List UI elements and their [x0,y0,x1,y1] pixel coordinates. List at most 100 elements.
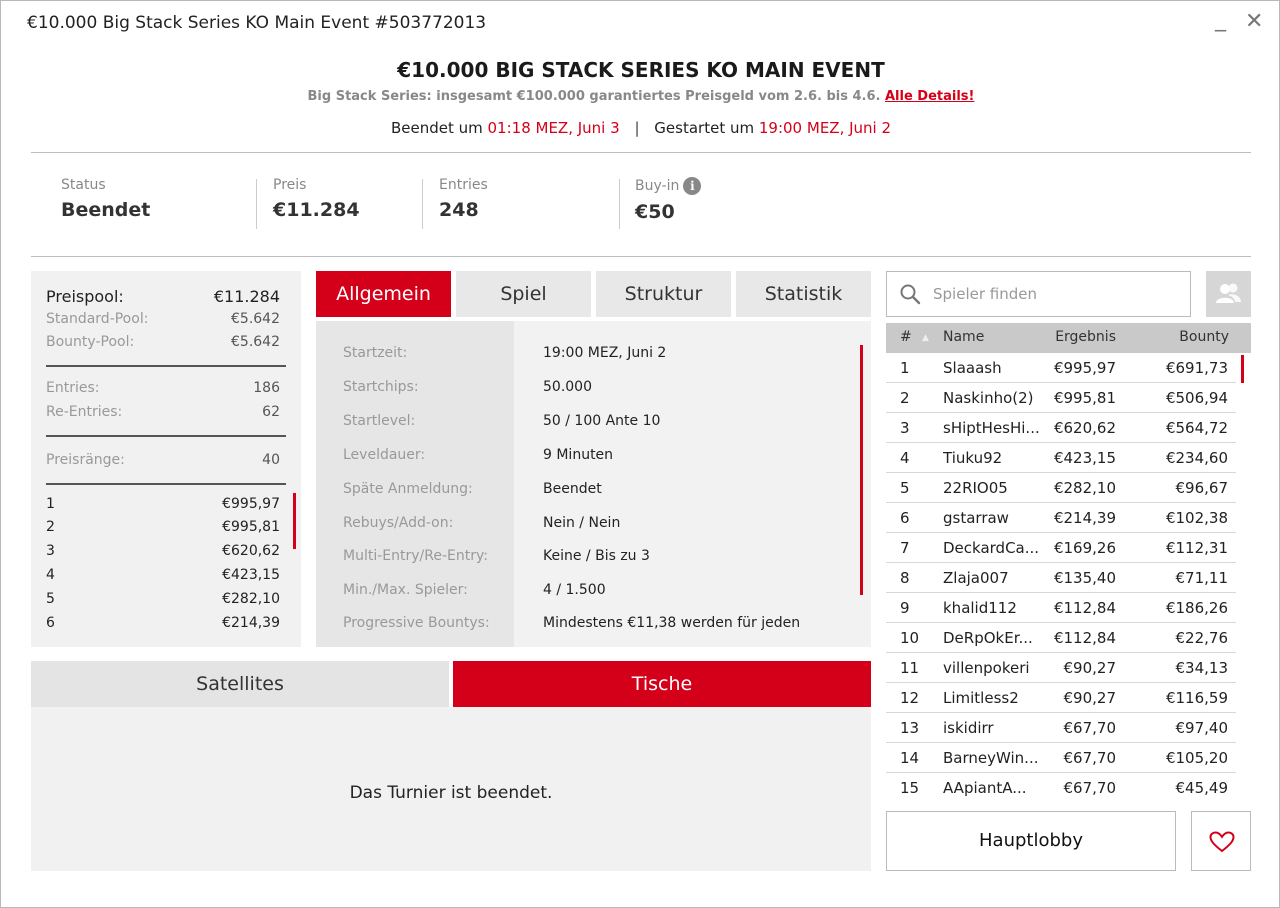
divider [31,256,1251,257]
divider [31,152,1251,153]
pool-label: Preispool: [46,287,124,306]
player-name: DeRpOkEr... [943,629,1033,647]
payout-amount: €995,97 [222,496,280,512]
player-row[interactable]: 15 AApiantA... €67,70 €45,49 [886,773,1236,803]
tab-allgemein[interactable]: Allgemein [316,271,451,317]
stat-value: €50 [635,201,675,223]
detail-key: Multi-Entry/Re-Entry: [343,548,488,564]
payout-rank: 1 [46,496,55,512]
player-row[interactable]: 14 BarneyWin... €67,70 €105,20 [886,743,1236,773]
detail-value: 50 / 100 Ante 10 [543,413,661,429]
tournament-ended-message: Das Turnier ist beendet. [349,783,553,803]
stat-label: Buy-in i [635,177,702,195]
detail-row: Rebuys/Add-on: Nein / Nein [316,515,871,549]
detail-row: Multi-Entry/Re-Entry: Keine / Bis zu 3 [316,548,871,582]
detail-key: Startlevel: [343,413,416,429]
player-rank: 15 [900,779,920,797]
pool-value: 186 [253,380,280,396]
col-result[interactable]: Ergebnis [1055,329,1116,345]
stat-buyin: Buy-in i €50 [635,177,702,223]
payout-rank: 6 [46,615,55,631]
sort-asc-icon: ▲ [922,333,929,343]
payout-scrollbar[interactable] [293,493,296,549]
player-rank: 7 [900,539,910,557]
player-list: # ▲ Name Ergebnis Bounty 1 Slaaash €995,… [886,323,1251,803]
pool-value: €11.284 [213,287,280,306]
player-result: €169,26 [1053,539,1116,557]
player-row[interactable]: 1 Slaaash €995,97 €691,73 [886,353,1236,383]
divider [46,365,286,367]
player-row[interactable]: 7 DeckardCa... €169,26 €112,31 [886,533,1236,563]
divider [619,179,620,229]
friends-button[interactable] [1206,271,1251,317]
pool-value: €5.642 [231,311,280,327]
subtitle-text: Big Stack Series: insgesamt €100.000 gar… [307,89,881,104]
player-row[interactable]: 8 Zlaja007 €135,40 €71,11 [886,563,1236,593]
player-row[interactable]: 11 villenpokeri €90,27 €34,13 [886,653,1236,683]
payout-amount: €995,81 [222,519,280,535]
stat-prize: Preis €11.284 [273,177,360,221]
detail-key: Startzeit: [343,345,408,361]
player-name: khalid112 [943,599,1017,617]
payout-rank: 5 [46,591,55,607]
minimize-button[interactable]: _ [1215,7,1226,32]
search-input[interactable] [933,280,1183,308]
player-name: 22RIO05 [943,479,1008,497]
player-name: Naskinho(2) [943,389,1034,407]
player-name: BarneyWin... [943,749,1039,767]
payout-rank: 3 [46,543,55,559]
favorite-button[interactable] [1191,811,1251,871]
divider [46,483,286,485]
pool-label: Preisränge: [46,452,125,468]
stat-value: 248 [439,199,479,221]
player-result: €90,27 [1063,659,1117,677]
player-bounty: €234,60 [1165,449,1228,467]
stat-status: Status Beendet [61,177,150,221]
player-search[interactable] [886,271,1191,317]
tab-statistik[interactable]: Statistik [736,271,871,317]
player-bounty: €45,49 [1175,779,1229,797]
col-name[interactable]: Name [943,329,984,345]
started-time: 19:00 MEZ, Juni 2 [758,119,892,137]
player-row[interactable]: 3 sHiptHesHi... €620,62 €564,72 [886,413,1236,443]
col-rank[interactable]: # [900,329,912,345]
player-row[interactable]: 12 Limitless2 €90,27 €116,59 [886,683,1236,713]
player-row[interactable]: 5 22RIO05 €282,10 €96,67 [886,473,1236,503]
payout-rank: 4 [46,567,55,583]
player-rank: 13 [900,719,920,737]
player-row[interactable]: 10 DeRpOkEr... €112,84 €22,76 [886,623,1236,653]
stat-entries: Entries 248 [439,177,488,221]
payout-amount: €423,15 [222,567,280,583]
pool-value: €5.642 [231,334,280,350]
details-link[interactable]: Alle Details! [885,89,975,104]
player-row[interactable]: 13 iskidirr €67,70 €97,40 [886,713,1236,743]
detail-value: 9 Minuten [543,447,614,463]
player-result: €995,81 [1053,389,1116,407]
tab-struktur[interactable]: Struktur [596,271,731,317]
player-row[interactable]: 2 Naskinho(2) €995,81 €506,94 [886,383,1236,413]
player-bounty: €97,40 [1175,719,1229,737]
player-result: €112,84 [1053,599,1116,617]
detail-key: Rebuys/Add-on: [343,515,454,531]
player-row[interactable]: 9 khalid112 €112,84 €186,26 [886,593,1236,623]
player-row[interactable]: 4 Tiuku92 €423,15 €234,60 [886,443,1236,473]
col-bounty[interactable]: Bounty [1179,329,1229,345]
tab-tische[interactable]: Tische [453,661,871,707]
tab-satellites[interactable]: Satellites [31,661,449,707]
player-name: Limitless2 [943,689,1019,707]
info-tabs: Allgemein Spiel Struktur Statistik [316,271,871,317]
close-button[interactable]: ✕ [1245,9,1263,34]
divider [46,435,286,437]
tab-spiel[interactable]: Spiel [456,271,591,317]
detail-key: Startchips: [343,379,419,395]
details-scrollbar[interactable] [860,345,863,595]
player-rank: 3 [900,419,910,437]
player-result: €90,27 [1063,689,1117,707]
player-bounty: €506,94 [1165,389,1228,407]
started-label: Gestartet um [654,119,755,137]
main-lobby-button[interactable]: Hauptlobby [886,811,1176,871]
payout-amount: €282,10 [222,591,280,607]
info-icon[interactable]: i [683,177,702,195]
player-row[interactable]: 6 gstarraw €214,39 €102,38 [886,503,1236,533]
player-list-scrollbar[interactable] [1241,355,1244,383]
